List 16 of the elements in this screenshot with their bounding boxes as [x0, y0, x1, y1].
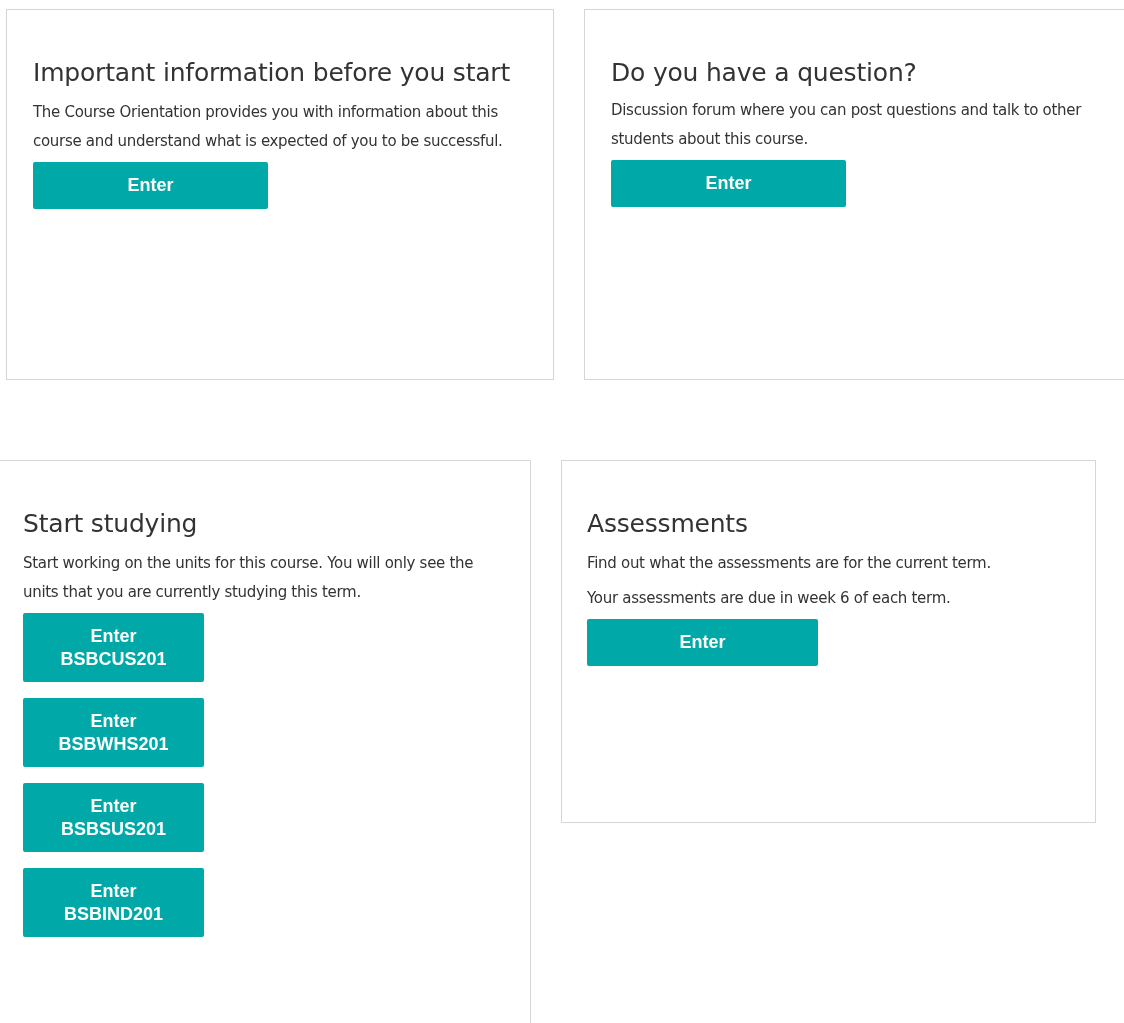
card-description: Discussion forum where you can post questions and talk to other students about this course. [611, 100, 1083, 150]
enter-button[interactable]: Enter BSBSUS201 [23, 783, 204, 852]
enter-button[interactable]: Enter [33, 162, 268, 209]
card-title: Start studying [23, 508, 199, 540]
card-title: Do you have a question? [611, 57, 918, 89]
enter-button[interactable]: Enter BSBCUS201 [23, 613, 204, 682]
card-title: Important information before you start [33, 57, 512, 89]
card-title: Assessments [587, 508, 749, 540]
enter-button[interactable]: Enter [587, 619, 818, 666]
enter-button[interactable]: Enter BSBIND201 [23, 868, 204, 937]
enter-button[interactable]: Enter [611, 160, 846, 207]
card-description: Find out what the assessments are for the current term. [587, 553, 992, 574]
card-description: The Course Orientation provides you with information about this course and understand what is expected of you to be successful. [33, 102, 504, 152]
enter-button[interactable]: Enter BSBWHS201 [23, 698, 204, 767]
card-description: Your assessments are due in week 6 of each term. [587, 588, 952, 609]
card-description: Start working on the units for this course. You will only see the units that you are currently studying this term. [23, 553, 475, 603]
